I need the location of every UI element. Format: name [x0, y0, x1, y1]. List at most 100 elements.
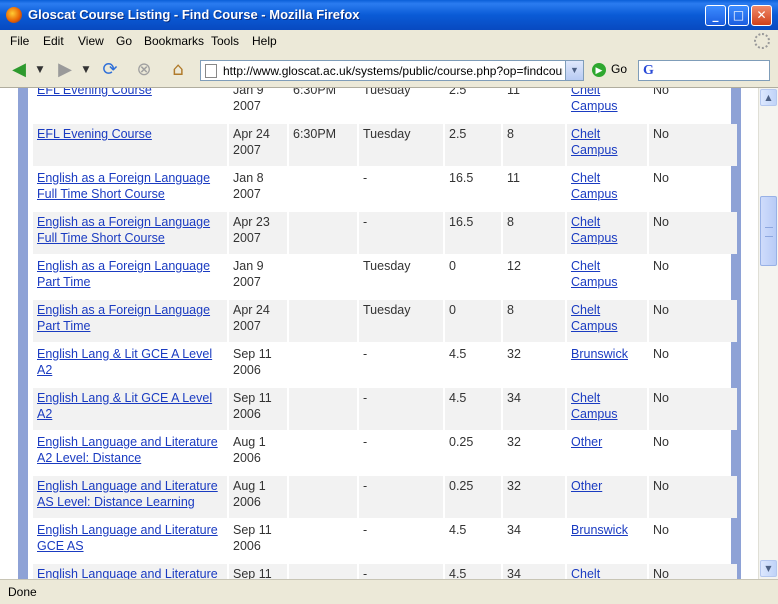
course-link[interactable]: English Language and Literature AS Level…	[37, 479, 218, 509]
url-text[interactable]: http://www.gloscat.ac.uk/systems/public/…	[223, 64, 563, 78]
forward-history-dropdown[interactable]: ▼	[80, 57, 92, 83]
course-link[interactable]: EFL Evening Course	[37, 88, 152, 97]
minimize-button[interactable]: _	[705, 5, 726, 26]
cell-course: English Language and Literature AS Level…	[33, 476, 227, 518]
full-status: No	[653, 127, 669, 141]
scroll-up-button[interactable]: ▲	[760, 89, 777, 106]
course-link[interactable]: English Language and Literature GCE AS	[37, 523, 218, 553]
cell-time	[289, 300, 357, 342]
cell-full: No	[649, 388, 737, 430]
cell-hours: 4.5	[445, 344, 501, 386]
hours: 16.5	[449, 215, 474, 229]
cell-day: -	[359, 212, 443, 254]
full-status: No	[653, 303, 669, 317]
cell-day: -	[359, 388, 443, 430]
cell-full: No	[649, 124, 737, 166]
cell-weeks: 11	[503, 168, 565, 210]
cell-hours: 4.5	[445, 388, 501, 430]
venue-link[interactable]: Brunswick	[571, 523, 628, 537]
venue-link[interactable]: Chelt Campus	[571, 567, 618, 579]
cell-venue: Chelt Campus	[567, 88, 647, 122]
course-link[interactable]: English as a Foreign Language Full Time …	[37, 215, 210, 245]
course-link[interactable]: English as a Foreign Language Part Time	[37, 259, 210, 289]
course-link[interactable]: English as a Foreign Language Full Time …	[37, 171, 210, 201]
menu-file[interactable]: File	[10, 34, 29, 48]
menu-view[interactable]: View	[78, 34, 104, 48]
day: -	[363, 171, 368, 185]
table-row: English as a Foreign Language Part Time J…	[33, 256, 737, 298]
course-link[interactable]: EFL Evening Course	[37, 127, 152, 141]
menu-go[interactable]: Go	[116, 34, 132, 48]
close-button[interactable]: ✕	[751, 5, 772, 26]
hours: 2.5	[449, 127, 467, 141]
vertical-scrollbar[interactable]: ▲ ▼	[758, 88, 778, 579]
day: Tuesday	[363, 127, 411, 141]
url-dropdown-icon[interactable]: ▼	[565, 61, 583, 80]
venue-link[interactable]: Other	[571, 435, 602, 449]
scroll-down-button[interactable]: ▼	[760, 560, 777, 577]
venue-link[interactable]: Chelt Campus	[571, 127, 618, 157]
cell-start: Apr 24 2007	[229, 300, 287, 342]
weeks: 34	[507, 523, 521, 537]
start-date: Jan 8 2007	[233, 171, 264, 201]
cell-time	[289, 344, 357, 386]
start-time: 6:30PM	[293, 127, 337, 141]
cell-full: No	[649, 344, 737, 386]
start-date: Jan 9 2007	[233, 259, 264, 289]
google-icon[interactable]: G	[643, 63, 654, 79]
cell-time	[289, 520, 357, 562]
cell-venue: Chelt Campus	[567, 124, 647, 166]
venue-link[interactable]: Brunswick	[571, 347, 628, 361]
start-date: Sep 11 2006	[233, 391, 272, 421]
weeks: 32	[507, 479, 521, 493]
cell-full: No	[649, 212, 737, 254]
course-link[interactable]: English Lang & Lit GCE A Level A2	[37, 391, 212, 421]
course-link[interactable]: English as a Foreign Language Part Time	[37, 303, 210, 333]
cell-day: -	[359, 168, 443, 210]
cell-hours: 0	[445, 300, 501, 342]
cell-hours: 16.5	[445, 168, 501, 210]
home-icon[interactable]: ⌂	[165, 57, 191, 83]
scroll-thumb[interactable]	[760, 196, 777, 266]
menu-edit[interactable]: Edit	[43, 34, 64, 48]
course-link[interactable]: English Language and Literature GCE AS	[37, 567, 218, 579]
venue-link[interactable]: Chelt Campus	[571, 171, 618, 201]
cell-venue: Chelt Campus	[567, 388, 647, 430]
menu-tools[interactable]: Tools	[211, 34, 239, 48]
menu-help[interactable]: Help	[252, 34, 277, 48]
cell-day: -	[359, 564, 443, 579]
menu-bookmarks[interactable]: Bookmarks	[144, 34, 204, 48]
forward-arrow-icon[interactable]: ▶	[52, 57, 78, 83]
address-bar[interactable]: http://www.gloscat.ac.uk/systems/public/…	[200, 60, 584, 81]
cell-weeks: 32	[503, 476, 565, 518]
back-history-dropdown[interactable]: ▼	[34, 57, 46, 83]
venue-link[interactable]: Other	[571, 479, 602, 493]
venue-link[interactable]: Chelt Campus	[571, 215, 618, 245]
search-input[interactable]: G	[638, 60, 770, 81]
cell-hours: 0.25	[445, 432, 501, 474]
cell-venue: Other	[567, 432, 647, 474]
table-row: English Language and Literature AS Level…	[33, 476, 737, 518]
venue-link[interactable]: Chelt Campus	[571, 88, 618, 113]
cell-venue: Chelt Campus	[567, 256, 647, 298]
cell-start: Sep 11 2006	[229, 520, 287, 562]
venue-link[interactable]: Chelt Campus	[571, 259, 618, 289]
venue-link[interactable]: Chelt Campus	[571, 391, 618, 421]
full-status: No	[653, 88, 669, 97]
cell-full: No	[649, 256, 737, 298]
title-bar: Gloscat Course Listing - Find Course - M…	[0, 0, 778, 30]
cell-hours: 4.5	[445, 564, 501, 579]
go-button[interactable]: ▶ Go	[592, 62, 627, 77]
reload-icon[interactable]: ⟳	[97, 57, 123, 83]
start-date: Aug 1 2006	[233, 479, 266, 509]
stop-icon[interactable]: ⊗	[131, 57, 157, 83]
venue-link[interactable]: Chelt Campus	[571, 303, 618, 333]
back-arrow-icon[interactable]: ◀	[6, 57, 32, 83]
cell-hours: 4.5	[445, 520, 501, 562]
maximize-button[interactable]: □	[728, 5, 749, 26]
course-link[interactable]: English Language and Literature A2 Level…	[37, 435, 218, 465]
day: -	[363, 523, 368, 537]
table-row: English Lang & Lit GCE A Level A2 Sep 11 …	[33, 344, 737, 386]
course-link[interactable]: English Lang & Lit GCE A Level A2	[37, 347, 212, 377]
cell-course: English Lang & Lit GCE A Level A2	[33, 344, 227, 386]
